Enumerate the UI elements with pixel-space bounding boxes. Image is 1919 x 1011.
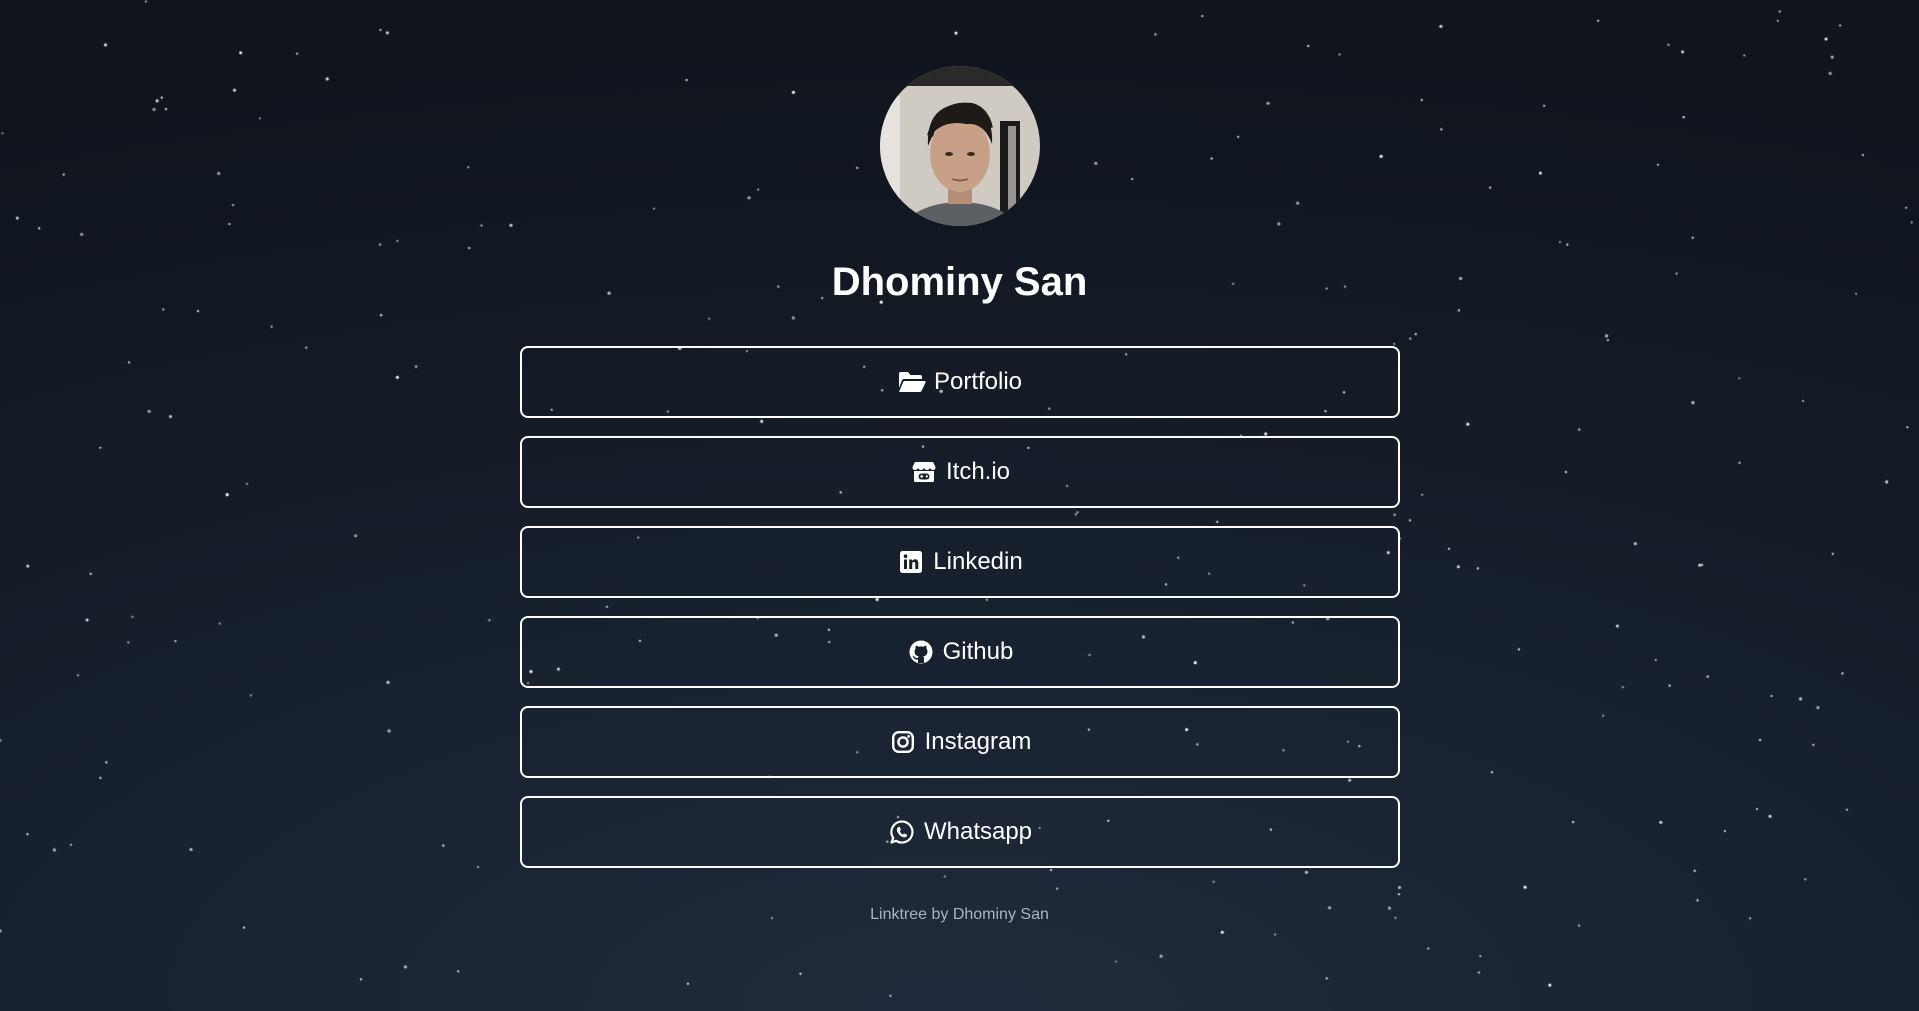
folder-open-icon [898,368,926,396]
avatar-photo [880,66,1040,226]
link-label: Itch.io [945,458,1011,485]
linktree-page: Dhominy San Portfolio Itch.io Linkedin G… [0,0,1919,1011]
linkedin-link-button[interactable]: Linkedin [520,526,1400,598]
itchio-icon [910,458,938,486]
itchio-link-button[interactable]: Itch.io [520,436,1400,508]
instagram-icon [889,728,917,756]
link-label: Whatsapp [923,818,1033,845]
link-label: Linkedin [933,548,1023,575]
github-icon [907,638,935,666]
github-link-button[interactable]: Github [520,616,1400,688]
whatsapp-link-button[interactable]: Whatsapp [520,796,1400,868]
whatsapp-icon [888,818,916,846]
portfolio-link-button[interactable]: Portfolio [520,346,1400,418]
footer-credit: Linktree by Dhominy San [870,906,1049,923]
avatar [880,66,1040,226]
instagram-link-button[interactable]: Instagram [520,706,1400,778]
linkedin-icon [897,548,925,576]
link-label: Portfolio [933,368,1023,395]
link-label: Github [942,638,1014,665]
profile-name: Dhominy San [831,260,1088,304]
link-label: Instagram [924,728,1032,755]
links-list: Portfolio Itch.io Linkedin Github Instag… [520,346,1400,886]
